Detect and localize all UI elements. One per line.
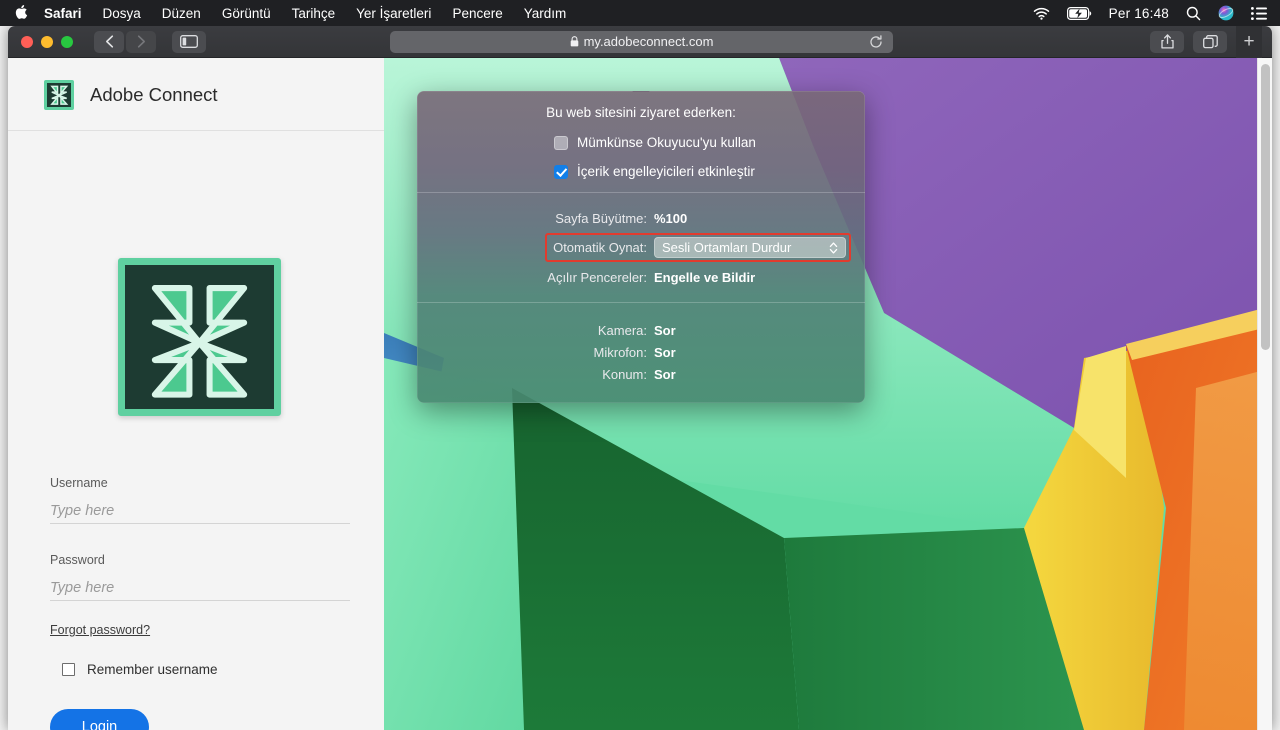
adobe-connect-large-logo-icon: [118, 258, 281, 416]
microphone-row: Mikrofon: Sor: [417, 341, 865, 363]
sidebar-toggle-button[interactable]: [172, 30, 206, 53]
tab-overview-icon: [1202, 34, 1218, 49]
location-row: Konum: Sor: [417, 363, 865, 385]
menu-bar-status-area: Per 16:48: [1033, 5, 1280, 21]
chevron-right-icon: [137, 35, 146, 48]
apple-logo-icon[interactable]: [14, 4, 28, 23]
enable-content-blockers-label: İçerik engelleyicileri etkinleştir: [577, 164, 755, 179]
location-value[interactable]: Sor: [654, 367, 676, 382]
autoplay-row: Otomatik Oynat: Sesli Ortamları Durdur: [417, 233, 865, 262]
location-label: Konum:: [602, 366, 647, 382]
popover-section-permissions: Kamera: Sor Mikrofon: Sor Konum: Sor: [417, 302, 865, 403]
sidebar-toggle-icon: [180, 35, 198, 48]
microphone-value[interactable]: Sor: [654, 345, 676, 360]
battery-charging-icon[interactable]: [1066, 6, 1092, 20]
menu-bar-clock: Per 16:48: [1108, 5, 1169, 21]
username-input[interactable]: [50, 499, 350, 524]
page-zoom-label: Sayfa Büyütme:: [555, 211, 647, 226]
username-label: Username: [50, 476, 108, 490]
use-reader-label: Mümkünse Okuyucu'yu kullan: [577, 135, 756, 150]
menu-item-yer-isaretleri[interactable]: Yer İşaretleri: [356, 6, 431, 21]
popover-section-toggles: Bu web sitesini ziyaret ederken: Mümküns…: [417, 91, 865, 192]
popover-heading: Bu web sitesini ziyaret ederken:: [546, 105, 736, 120]
close-window-button[interactable]: [21, 35, 33, 48]
brand-header: Adobe Connect: [8, 58, 384, 110]
login-form: Username Password Forgot password? Remem…: [50, 476, 350, 730]
menu-item-safari[interactable]: Safari: [44, 6, 82, 21]
reload-button[interactable]: [867, 33, 885, 51]
checkbox-box: [62, 663, 75, 676]
remember-username-label: Remember username: [87, 662, 218, 677]
checkbox-box: [554, 135, 568, 150]
lock-icon: [570, 36, 579, 47]
address-bar-url: my.adobeconnect.com: [583, 34, 714, 49]
adobe-connect-logo-icon: [44, 80, 74, 110]
siri-icon[interactable]: [1218, 5, 1234, 21]
chevron-up-down-icon: [829, 240, 838, 255]
autoplay-select-value: Sesli Ortamları Durdur: [662, 240, 792, 255]
checkbox-box-checked: [554, 164, 568, 179]
zoom-window-button[interactable]: [61, 35, 73, 48]
popover-arrow: [632, 91, 650, 92]
wifi-icon[interactable]: [1033, 7, 1050, 20]
scrollbar-thumb[interactable]: [1261, 64, 1270, 350]
popups-label: Açılır Pencereler:: [547, 270, 647, 285]
header-divider: [8, 130, 384, 131]
menu-item-duzen[interactable]: Düzen: [162, 6, 201, 21]
popover-section-settings: Sayfa Büyütme: %100 Otomatik Oynat: Sesl…: [417, 192, 865, 302]
page-title: Adobe Connect: [90, 84, 218, 105]
toolbar-right-buttons: +: [1150, 26, 1262, 58]
window-traffic-lights: [8, 35, 73, 48]
camera-row: Kamera: Sor: [417, 319, 865, 341]
camera-value[interactable]: Sor: [654, 323, 676, 338]
page-zoom-row: Sayfa Büyütme: %100: [417, 207, 865, 230]
login-button[interactable]: Login: [50, 709, 149, 730]
safari-window: my.adobeconnect.com + Adobe Connect User…: [8, 26, 1272, 730]
address-bar[interactable]: my.adobeconnect.com: [390, 30, 893, 53]
password-input[interactable]: [50, 576, 350, 601]
tab-overview-button[interactable]: [1193, 30, 1227, 53]
use-reader-checkbox[interactable]: Mümkünse Okuyucu'yu kullan: [417, 135, 865, 150]
navigation-buttons: [94, 30, 156, 53]
vertical-scrollbar[interactable]: [1257, 58, 1272, 730]
popups-value: Engelle ve Bildir: [654, 270, 756, 285]
macos-menu-bar: Safari Dosya Düzen Görüntü Tarihçe Yer İ…: [0, 0, 1280, 26]
password-label: Password: [50, 553, 105, 567]
autoplay-label: Otomatik Oynat:: [553, 240, 647, 255]
share-button[interactable]: [1150, 30, 1184, 53]
remember-username-checkbox[interactable]: Remember username: [50, 662, 350, 677]
page-content: Adobe Connect Username Password Forgot p: [8, 58, 1272, 730]
popups-row: Açılır Pencereler: Engelle ve Bildir: [417, 266, 865, 289]
login-panel: Adobe Connect Username Password Forgot p: [8, 58, 384, 730]
reload-icon: [869, 34, 883, 49]
site-settings-popover: Bu web sitesini ziyaret ederken: Mümküns…: [417, 91, 865, 403]
back-button[interactable]: [94, 30, 124, 53]
autoplay-select[interactable]: Sesli Ortamları Durdur: [654, 237, 846, 258]
camera-label: Kamera:: [597, 322, 647, 338]
spotlight-search-icon[interactable]: [1186, 6, 1201, 21]
new-tab-button[interactable]: +: [1236, 26, 1262, 58]
forgot-password-link[interactable]: Forgot password?: [50, 623, 150, 637]
menu-item-goruntu[interactable]: Görüntü: [222, 6, 271, 21]
browser-toolbar: my.adobeconnect.com +: [8, 26, 1272, 58]
page-zoom-value: %100: [654, 211, 688, 226]
microphone-label: Mikrofon:: [593, 344, 647, 360]
share-icon: [1160, 34, 1174, 49]
menu-item-dosya[interactable]: Dosya: [103, 6, 141, 21]
forward-button[interactable]: [126, 30, 156, 53]
control-center-icon[interactable]: [1251, 6, 1267, 20]
menu-item-pencere[interactable]: Pencere: [452, 6, 502, 21]
minimize-window-button[interactable]: [41, 35, 53, 48]
menu-item-yardim[interactable]: Yardım: [524, 6, 567, 21]
chevron-left-icon: [105, 35, 114, 48]
menu-item-tarihce[interactable]: Tarihçe: [292, 6, 336, 21]
enable-content-blockers-checkbox[interactable]: İçerik engelleyicileri etkinleştir: [417, 164, 865, 179]
